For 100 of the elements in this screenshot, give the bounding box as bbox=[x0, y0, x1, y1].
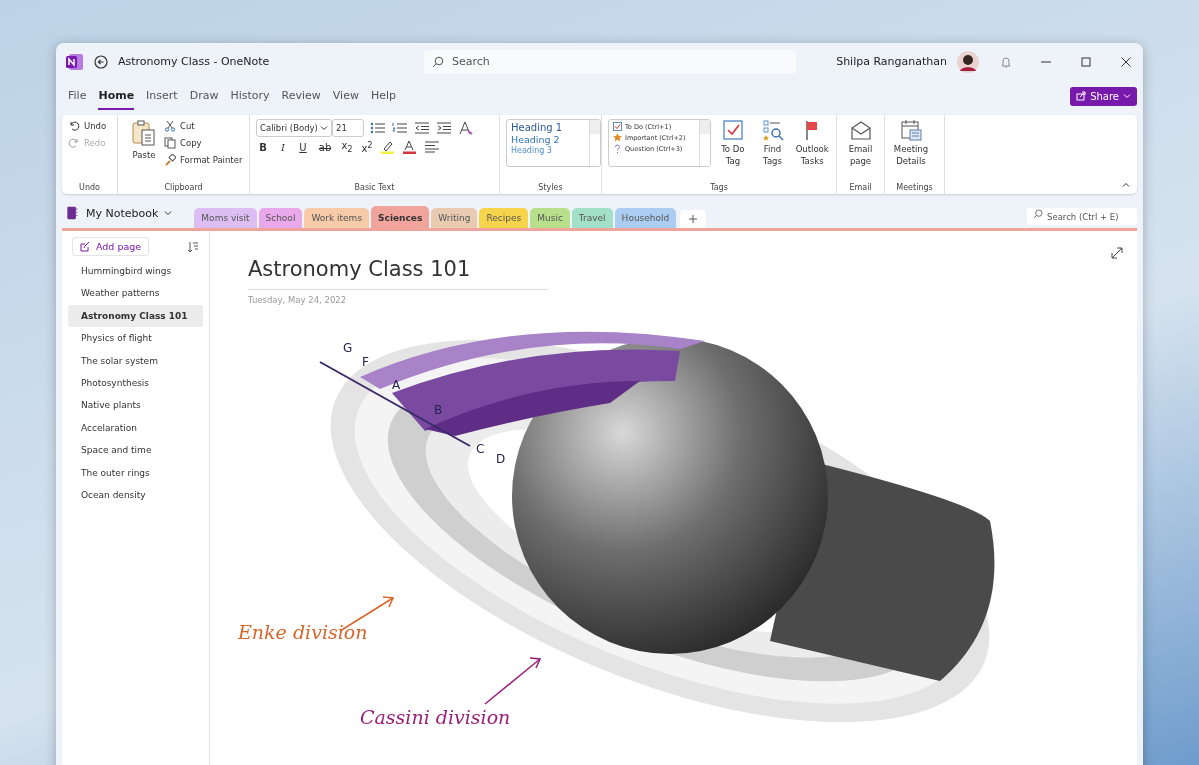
section-tab[interactable]: Writing bbox=[431, 208, 478, 228]
group-label: Clipboard bbox=[163, 183, 204, 192]
font-dropdown[interactable]: Calibri (Body) bbox=[256, 119, 332, 137]
format-painter-button[interactable]: Format Painter bbox=[164, 153, 243, 167]
align-icon[interactable] bbox=[424, 140, 440, 155]
subscript-button[interactable]: x$_{2}$ bbox=[340, 140, 354, 155]
new-page-icon bbox=[80, 241, 90, 252]
style-option[interactable]: Heading 1 bbox=[511, 122, 585, 133]
back-icon[interactable] bbox=[94, 54, 108, 69]
page-item[interactable]: Astronomy Class 101 bbox=[68, 304, 203, 328]
page-item[interactable]: Hummingbird wings bbox=[68, 260, 203, 283]
font-color-icon[interactable] bbox=[402, 140, 418, 155]
page-item[interactable]: Physics of flight bbox=[68, 327, 203, 350]
menu-tab[interactable]: View bbox=[332, 82, 359, 110]
email-page-button[interactable]: Email page bbox=[843, 119, 878, 167]
ring-label: B bbox=[434, 403, 443, 417]
page-date: Tuesday, May 24, 2022 bbox=[248, 295, 348, 305]
highlighter-icon[interactable] bbox=[380, 140, 396, 155]
group-label: Tags bbox=[709, 183, 729, 192]
collapse-ribbon-icon[interactable] bbox=[1121, 180, 1131, 190]
annotation-text: Cassini division bbox=[360, 706, 511, 728]
paste-button[interactable]: Paste bbox=[124, 119, 164, 161]
menu-tab[interactable]: Home bbox=[98, 82, 135, 110]
scissors-icon bbox=[164, 120, 176, 132]
group-label: Email bbox=[848, 183, 873, 192]
increase-indent-icon[interactable] bbox=[436, 121, 452, 135]
calendar-icon bbox=[900, 119, 922, 141]
menu-tab[interactable]: Draw bbox=[189, 82, 219, 110]
ring-label: C bbox=[476, 442, 485, 456]
menu-tab[interactable]: History bbox=[230, 82, 270, 110]
window-title: Astronomy Class - OneNote bbox=[118, 55, 271, 68]
page-item[interactable]: Accelaration bbox=[68, 416, 203, 440]
bold-button[interactable]: B bbox=[256, 141, 270, 153]
search-field[interactable]: Search (Ctrl + E) bbox=[1027, 208, 1137, 225]
arrow bbox=[484, 657, 542, 705]
styles-gallery[interactable]: Heading 1 Heading 2 Heading 3 bbox=[506, 119, 601, 167]
copy-button[interactable]: Copy bbox=[164, 136, 243, 150]
section-tab[interactable]: School bbox=[258, 208, 303, 228]
style-option[interactable]: Heading 3 bbox=[511, 146, 585, 155]
expand-icon[interactable] bbox=[1111, 247, 1123, 259]
redo-icon bbox=[68, 137, 80, 149]
section-tab[interactable]: Sciences bbox=[371, 206, 430, 228]
font-size-dropdown[interactable]: 21 bbox=[332, 119, 364, 137]
paintbrush-icon bbox=[164, 154, 176, 166]
search-icon bbox=[1033, 208, 1043, 219]
ring-label: G bbox=[343, 341, 353, 355]
strikethrough-button[interactable]: ab bbox=[316, 141, 334, 153]
bell-icon[interactable] bbox=[999, 54, 1013, 69]
share-icon bbox=[1076, 91, 1087, 101]
sort-icon[interactable] bbox=[187, 240, 199, 253]
add-page-button[interactable]: Add page bbox=[72, 237, 150, 256]
checkbox-icon bbox=[613, 122, 622, 131]
tag-button[interactable]: To Do Tag bbox=[715, 119, 751, 167]
search-field[interactable]: Search bbox=[424, 49, 796, 74]
chevron-icon bbox=[164, 209, 173, 217]
page-item[interactable]: The outer rings bbox=[68, 461, 203, 484]
avatar[interactable] bbox=[957, 50, 979, 73]
find-tags-icon bbox=[761, 119, 784, 141]
italic-button[interactable]: I bbox=[276, 141, 290, 153]
cut-button[interactable]: Cut bbox=[164, 119, 243, 133]
question-mark-icon bbox=[613, 144, 622, 153]
menu-tab[interactable]: File bbox=[68, 82, 87, 110]
share-button[interactable]: Share bbox=[1070, 86, 1137, 106]
tag-button[interactable]: Find Tags bbox=[754, 119, 791, 167]
menu-tab[interactable]: Insert bbox=[146, 82, 178, 110]
numbered-list-icon[interactable] bbox=[392, 121, 408, 135]
section-tab[interactable]: Work items bbox=[304, 208, 370, 228]
page-item[interactable]: Photosynthesis bbox=[68, 371, 203, 395]
tag-button[interactable]: Outlook Tasks bbox=[794, 119, 830, 167]
meeting-details-button[interactable]: Meeting Details bbox=[891, 119, 931, 167]
ring-label: D bbox=[496, 452, 506, 466]
decrease-indent-icon[interactable] bbox=[414, 121, 430, 135]
clipboard-icon bbox=[131, 119, 157, 147]
maximize-icon[interactable] bbox=[1079, 54, 1093, 69]
section-tab[interactable]: Moms visit bbox=[194, 208, 257, 228]
menu-tab[interactable]: Review bbox=[281, 82, 321, 110]
notebook-dropdown[interactable]: My Notebook bbox=[64, 200, 173, 226]
page-item[interactable]: Ocean density bbox=[68, 483, 203, 507]
style-option[interactable]: Heading 2 bbox=[511, 134, 585, 145]
page-item[interactable]: Weather patterns bbox=[68, 282, 203, 305]
close-icon[interactable] bbox=[1119, 54, 1133, 69]
section-tab[interactable]: Household bbox=[614, 208, 677, 228]
page-item[interactable]: Space and time bbox=[68, 439, 203, 462]
page-item[interactable]: Native plants bbox=[68, 394, 203, 417]
onenote-logo-icon bbox=[66, 52, 84, 71]
group-label: Meetings bbox=[895, 183, 934, 192]
underline-button[interactable]: U bbox=[296, 141, 310, 153]
envelope-icon bbox=[849, 119, 872, 141]
page-item[interactable]: The solar system bbox=[68, 349, 203, 372]
chevron-icon bbox=[320, 124, 328, 132]
clear-formatting-icon[interactable] bbox=[458, 121, 474, 135]
undo-button[interactable]: Undo bbox=[68, 119, 111, 133]
search-icon bbox=[432, 55, 444, 68]
ring-label: F bbox=[362, 355, 369, 369]
section-tab[interactable]: Music bbox=[530, 208, 570, 228]
superscript-button[interactable]: x$^{2}$ bbox=[360, 140, 374, 155]
section-tab[interactable]: Recipes bbox=[479, 208, 529, 228]
section-tab[interactable]: Travel bbox=[571, 208, 613, 228]
menu-tab[interactable]: Help bbox=[370, 82, 396, 110]
bullet-list-icon[interactable] bbox=[370, 121, 386, 135]
